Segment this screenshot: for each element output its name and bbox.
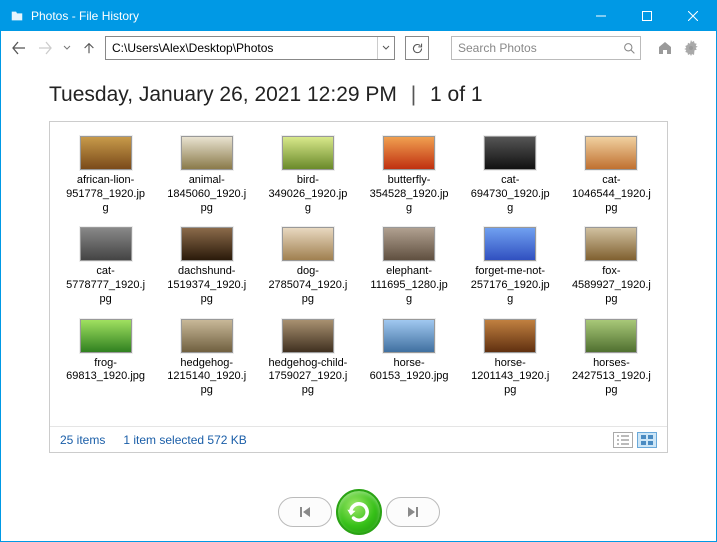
file-item[interactable]: african-lion-951778_1920.jpg (56, 132, 155, 219)
file-thumbnail (484, 136, 536, 170)
file-name: cat-5778777_1920.jpg (65, 265, 147, 306)
file-thumbnail (80, 227, 132, 261)
status-bar: 25 items 1 item selected 572 KB (50, 426, 667, 452)
recent-dropdown-icon[interactable] (61, 42, 73, 54)
file-item[interactable]: animal-1845060_1920.jpg (157, 132, 256, 219)
file-item[interactable]: cat-5778777_1920.jpg (56, 223, 155, 310)
version-timestamp: Tuesday, January 26, 2021 12:29 PM (49, 83, 397, 106)
address-input[interactable] (106, 37, 377, 59)
items-scroll[interactable]: african-lion-951778_1920.jpg animal-18450… (50, 122, 667, 426)
home-icon[interactable] (655, 38, 675, 58)
minimize-button[interactable] (578, 1, 624, 31)
file-item[interactable]: elephant-111695_1280.jpg (359, 223, 458, 310)
status-selection: 1 item selected 572 KB (123, 433, 246, 447)
details-view-button[interactable] (613, 432, 633, 448)
file-thumbnail (383, 136, 435, 170)
file-thumbnail (383, 227, 435, 261)
address-bar[interactable] (105, 36, 395, 60)
version-controls (1, 487, 716, 541)
file-item[interactable]: butterfly-354528_1920.jpg (359, 132, 458, 219)
file-item[interactable]: horse-60153_1920.jpg (359, 315, 458, 402)
file-thumbnail (585, 136, 637, 170)
file-item[interactable]: hedgehog-child-1759027_1920.jpg (258, 315, 357, 402)
next-version-button[interactable] (386, 497, 440, 527)
file-thumbnail (181, 227, 233, 261)
file-name: elephant-111695_1280.jpg (368, 265, 450, 306)
file-item[interactable]: cat-694730_1920.jpg (461, 132, 560, 219)
content-area: Tuesday, January 26, 2021 12:29 PM | 1 o… (1, 65, 716, 487)
file-item[interactable]: fox-4589927_1920.jpg (562, 223, 661, 310)
refresh-button[interactable] (405, 36, 429, 60)
file-item[interactable]: cat-1046544_1920.jpg (562, 132, 661, 219)
file-name: horse-60153_1920.jpg (368, 357, 450, 385)
app-icon (9, 8, 25, 24)
file-name: horses-2427513_1920.jpg (570, 357, 652, 398)
file-item[interactable]: frog-69813_1920.jpg (56, 315, 155, 402)
file-thumbnail (585, 319, 637, 353)
file-item[interactable]: horse-1201143_1920.jpg (461, 315, 560, 402)
file-item[interactable]: bird-349026_1920.jpg (258, 132, 357, 219)
address-dropdown-icon[interactable] (377, 37, 394, 59)
window-title: Photos - File History (31, 9, 139, 23)
file-name: cat-1046544_1920.jpg (570, 174, 652, 215)
file-name: african-lion-951778_1920.jpg (65, 174, 147, 215)
file-item[interactable]: dog-2785074_1920.jpg (258, 223, 357, 310)
search-icon[interactable] (619, 42, 640, 55)
search-input[interactable] (452, 41, 619, 55)
back-button[interactable] (9, 38, 29, 58)
file-thumbnail (383, 319, 435, 353)
previous-version-button[interactable] (278, 497, 332, 527)
file-thumbnail (181, 319, 233, 353)
file-name: animal-1845060_1920.jpg (166, 174, 248, 215)
file-name: cat-694730_1920.jpg (469, 174, 551, 215)
file-thumbnail (585, 227, 637, 261)
file-name: horse-1201143_1920.jpg (469, 357, 551, 398)
items-panel: african-lion-951778_1920.jpg animal-18450… (49, 121, 668, 453)
file-thumbnail (282, 227, 334, 261)
file-item[interactable]: hedgehog-1215140_1920.jpg (157, 315, 256, 402)
up-button[interactable] (79, 38, 99, 58)
file-name: bird-349026_1920.jpg (267, 174, 349, 215)
file-thumbnail (282, 319, 334, 353)
file-item[interactable]: dachshund-1519374_1920.jpg (157, 223, 256, 310)
file-thumbnail (181, 136, 233, 170)
file-name: dog-2785074_1920.jpg (267, 265, 349, 306)
file-thumbnail (80, 319, 132, 353)
heading-separator: | (411, 83, 416, 106)
file-history-window: Photos - File History (0, 0, 717, 542)
file-name: fox-4589927_1920.jpg (570, 265, 652, 306)
file-name: dachshund-1519374_1920.jpg (166, 265, 248, 306)
close-button[interactable] (670, 1, 716, 31)
file-thumbnail (282, 136, 334, 170)
file-item[interactable]: forget-me-not-257176_1920.jpg (461, 223, 560, 310)
version-page: 1 of 1 (430, 83, 483, 106)
forward-button[interactable] (35, 38, 55, 58)
file-thumbnail (80, 136, 132, 170)
file-name: frog-69813_1920.jpg (65, 357, 147, 385)
status-count: 25 items (60, 433, 105, 447)
file-name: hedgehog-1215140_1920.jpg (166, 357, 248, 398)
file-item[interactable]: horses-2427513_1920.jpg (562, 315, 661, 402)
file-thumbnail (484, 227, 536, 261)
file-thumbnail (484, 319, 536, 353)
titlebar: Photos - File History (1, 1, 716, 31)
file-name: hedgehog-child-1759027_1920.jpg (267, 357, 349, 398)
restore-button[interactable] (336, 489, 382, 535)
items-grid: african-lion-951778_1920.jpg animal-18450… (56, 132, 661, 402)
file-name: forget-me-not-257176_1920.jpg (469, 265, 551, 306)
nav-toolbar (1, 31, 716, 65)
thumbnails-view-button[interactable] (637, 432, 657, 448)
search-box[interactable] (451, 36, 641, 60)
file-name: butterfly-354528_1920.jpg (368, 174, 450, 215)
gear-icon[interactable] (681, 38, 701, 58)
maximize-button[interactable] (624, 1, 670, 31)
version-heading: Tuesday, January 26, 2021 12:29 PM | 1 o… (49, 83, 668, 107)
